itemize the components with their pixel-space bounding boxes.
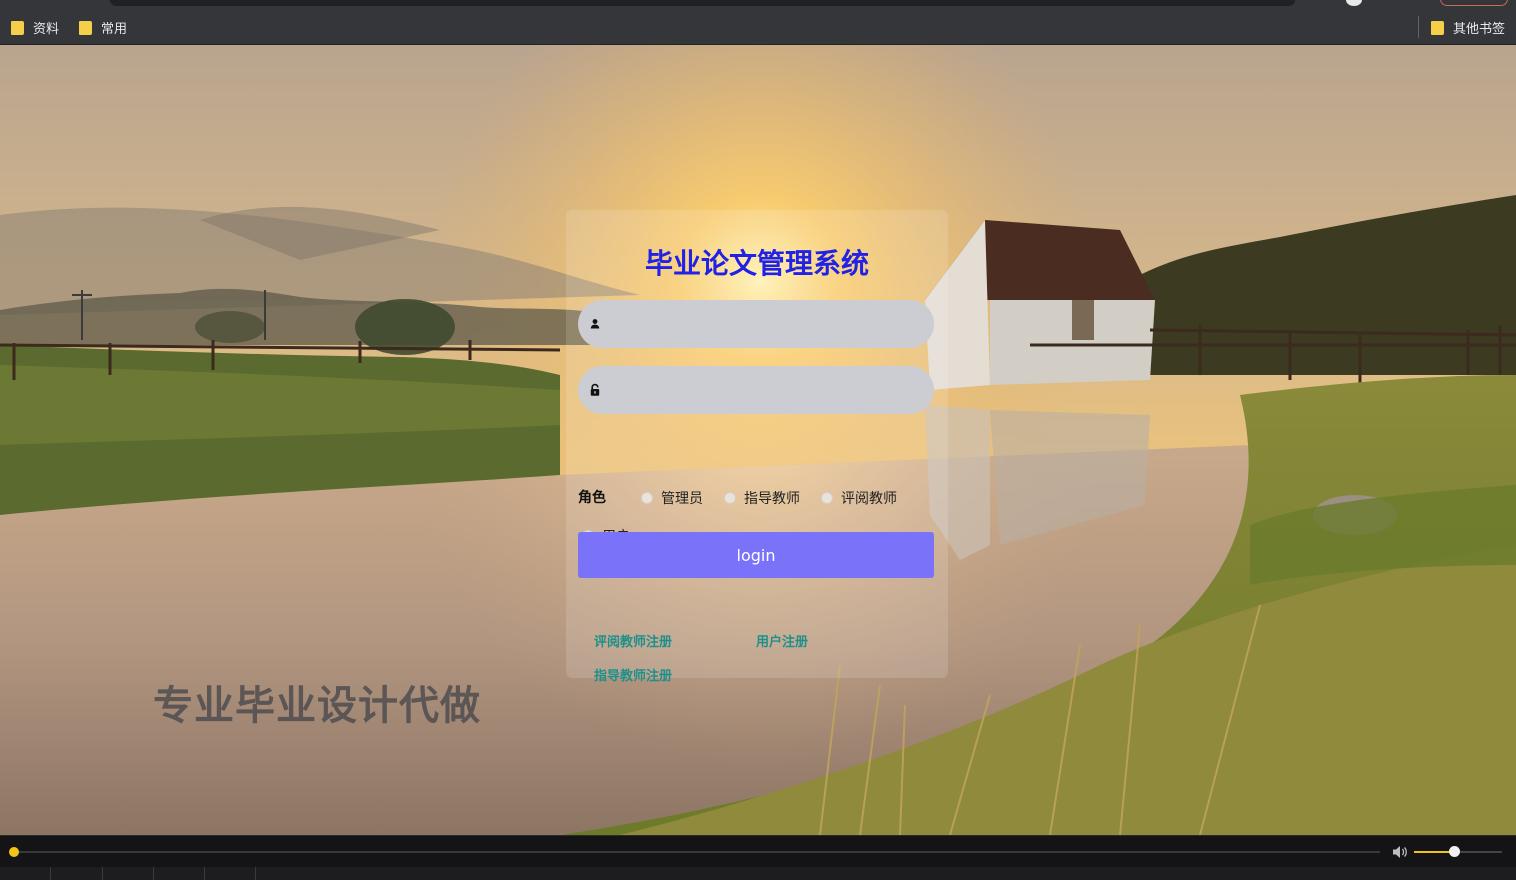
strip-divider xyxy=(50,867,51,880)
other-bookmarks-label: 其他书签 xyxy=(1453,22,1506,37)
player-bottom-strip xyxy=(0,867,1516,880)
user-icon xyxy=(590,319,600,329)
user-register-link[interactable]: 用户注册 xyxy=(756,631,808,650)
bookmark-folder-ziliao[interactable]: 资料 xyxy=(11,18,59,37)
browser-tab-strip xyxy=(0,0,1516,8)
address-bar[interactable] xyxy=(110,0,1295,6)
login-button[interactable]: login xyxy=(578,532,934,578)
username-input[interactable] xyxy=(610,300,934,348)
folder-icon xyxy=(1431,20,1444,35)
login-panel: 毕业论文管理系统 角色 管理员 指导教师 评阅教师 login 评阅教师注册 用… xyxy=(566,210,948,684)
volume-knob[interactable] xyxy=(1448,846,1460,857)
progress-track[interactable] xyxy=(14,851,1380,853)
strip-divider xyxy=(255,867,256,880)
folder-icon xyxy=(79,20,92,35)
reviewer-register-link[interactable]: 评阅教师注册 xyxy=(594,631,672,650)
profile-avatar[interactable] xyxy=(1346,0,1362,6)
role-radio-reviewer[interactable]: 评阅教师 xyxy=(821,488,897,508)
role-radio-admin[interactable]: 管理员 xyxy=(641,488,703,508)
strip-divider xyxy=(153,867,154,880)
bookmark-folder-changyong[interactable]: 常用 xyxy=(79,18,127,37)
advisor-register-link[interactable]: 指导教师注册 xyxy=(594,665,672,684)
bookmarks-bar: 资料 常用 其他书签 xyxy=(0,8,1516,45)
role-radio-advisor[interactable]: 指导教师 xyxy=(724,488,800,508)
radio-button[interactable] xyxy=(821,492,833,504)
volume-icon[interactable] xyxy=(1391,844,1409,860)
strip-divider xyxy=(204,867,205,880)
progress-knob[interactable] xyxy=(9,847,19,857)
lock-icon xyxy=(590,383,600,396)
radio-button[interactable] xyxy=(641,492,653,504)
radio-label: 评阅教师 xyxy=(841,491,897,507)
radio-label: 指导教师 xyxy=(744,491,800,507)
password-field[interactable] xyxy=(578,366,934,414)
watermark-text: 专业毕业设计代做 xyxy=(153,683,481,729)
strip-divider xyxy=(102,867,103,880)
role-label: 角色 xyxy=(578,490,606,506)
system-title: 毕业论文管理系统 xyxy=(644,247,869,280)
other-bookmarks[interactable]: 其他书签 xyxy=(1431,18,1505,37)
bookmarks-divider xyxy=(1418,16,1419,38)
radio-label: 管理员 xyxy=(661,491,703,507)
username-field[interactable] xyxy=(578,300,934,348)
bookmark-label: 常用 xyxy=(101,22,128,37)
radio-button[interactable] xyxy=(724,492,736,504)
bookmark-label: 资料 xyxy=(33,22,60,37)
password-input[interactable] xyxy=(610,366,934,414)
page-viewport: 专业毕业设计代做 毕业论文管理系统 角色 管理员 指导教师 评阅教师 login… xyxy=(0,45,1516,835)
volume-level xyxy=(1414,851,1454,853)
browser-action-button[interactable] xyxy=(1440,0,1508,6)
folder-icon xyxy=(11,20,24,35)
video-player-bar xyxy=(0,835,1516,880)
